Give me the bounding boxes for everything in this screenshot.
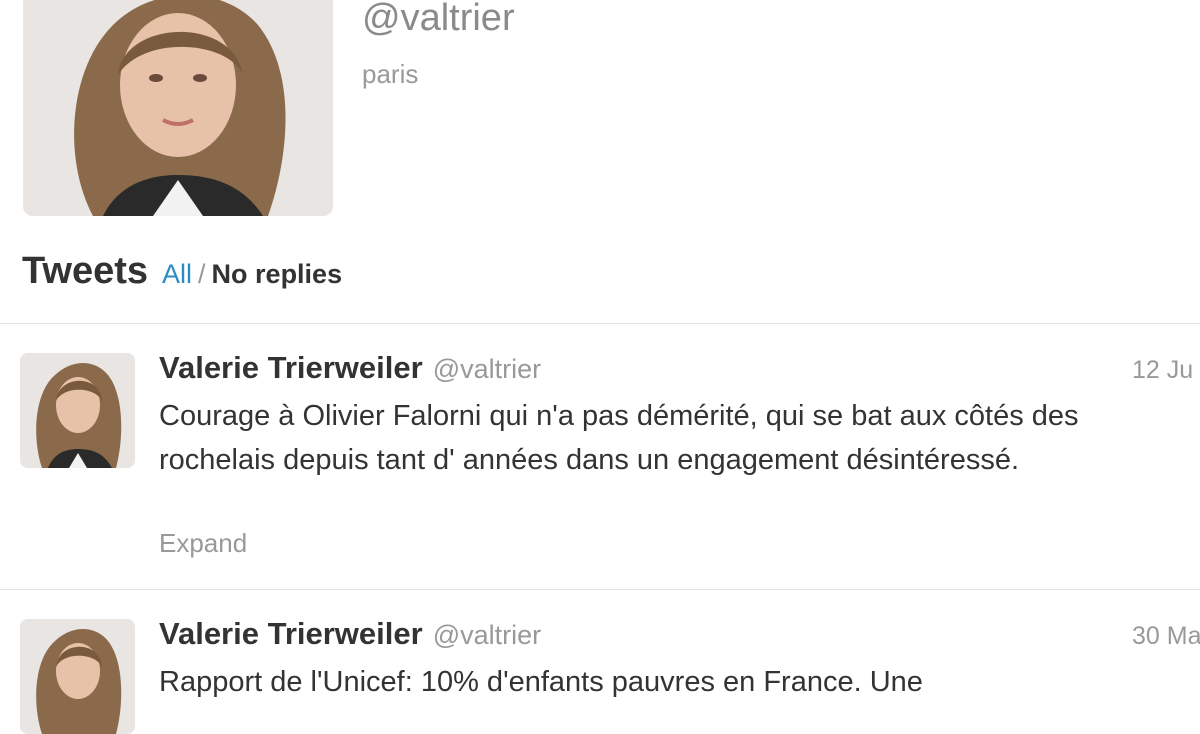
tweet-timestamp[interactable]: 12 Ju	[1132, 356, 1193, 385]
tweets-header: Tweets All / No replies	[22, 250, 342, 294]
profile-location: paris	[362, 59, 419, 89]
expand-link[interactable]: Expand	[159, 528, 247, 559]
tweet-author-name[interactable]: Valerie Trierweiler	[159, 350, 423, 386]
tweet-header: Valerie Trierweiler @valtrier	[159, 350, 541, 386]
tweet-header: Valerie Trierweiler @valtrier	[159, 616, 541, 652]
tweet-text: Courage à Olivier Falorni qui n'a pas dé…	[159, 400, 1079, 476]
avatar[interactable]	[20, 619, 135, 734]
tweets-title: Tweets	[22, 250, 149, 292]
profile-photo[interactable]	[23, 0, 333, 216]
tweet-text: Rapport de l'Unicef: 10% d'enfants pauvr…	[159, 666, 923, 698]
tweet-timestamp[interactable]: 30 Ma	[1132, 622, 1200, 651]
tweet-item[interactable]: Valerie Trierweiler @valtrier 30 Ma Rapp…	[0, 590, 1200, 734]
tweet-item[interactable]: Valerie Trierweiler @valtrier 12 Ju Cour…	[0, 324, 1200, 589]
tweet-author-handle[interactable]: @valtrier	[433, 620, 541, 651]
profile-handle: @valtrier	[362, 0, 515, 39]
tweet-author-handle[interactable]: @valtrier	[433, 354, 541, 385]
filter-no-replies[interactable]: No replies	[212, 259, 343, 290]
filter-separator: /	[198, 259, 206, 289]
avatar[interactable]	[20, 353, 135, 468]
tweet-author-name[interactable]: Valerie Trierweiler	[159, 616, 423, 652]
filter-all-link[interactable]: All	[162, 259, 192, 290]
